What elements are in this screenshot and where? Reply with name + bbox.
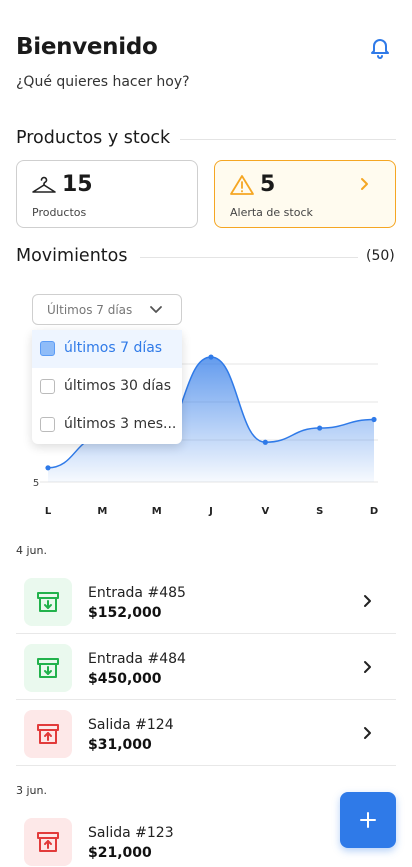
archive-out-icon [37,832,59,852]
bell-icon[interactable] [368,36,392,60]
chart-x-tick-label: D [370,506,378,517]
checkbox[interactable] [40,341,55,356]
chart-x-tick-label: J [208,506,213,517]
chevron-right-icon [361,178,368,190]
archive-in-icon [37,592,59,612]
section-divider [180,139,396,140]
exit-tile [24,818,72,866]
chevron-right-icon [364,661,371,673]
chevron-right-icon [364,595,371,607]
exit-tile [24,710,72,758]
range-option[interactable]: últimos 7 días [32,330,182,368]
list-item[interactable]: Entrada #485 $152,000 [16,568,396,634]
chart-x-tick-label: M [152,506,162,517]
chart-point [317,425,323,431]
date-header: 3 jun. [16,784,47,797]
range-option[interactable]: últimos 3 mes... [32,406,182,444]
stock-alert-count: 5 [260,172,276,197]
item-amount: $152,000 [88,605,162,621]
chart-point [45,465,51,471]
list-item[interactable]: Salida #124 $31,000 [16,700,396,766]
archive-in-icon [37,658,59,678]
plus-icon [360,812,376,828]
chart-x-tick-label: M [97,506,107,517]
chart-x-tick-label: V [261,506,269,517]
chart-y-tick-label: 5 [33,478,39,489]
archive-out-icon [37,724,59,744]
chart-x-tick-label: S [316,506,323,517]
range-select[interactable]: Últimos 7 días [32,294,182,325]
movements-count: (50) [366,248,395,264]
products-card[interactable]: 15 Productos [16,160,198,228]
range-dropdown: últimos 7 días últimos 30 días últimos 3… [32,330,182,444]
list-item[interactable]: Salida #123 $21,000 [16,808,396,867]
item-title: Salida #123 [88,825,174,841]
stock-alert-card[interactable]: 5 Alerta de stock [214,160,396,228]
chart-x-tick-label: L [45,506,52,517]
warning-icon [230,175,254,195]
entry-tile [24,644,72,692]
chart-point [371,416,377,423]
entry-tile [24,578,72,626]
item-title: Entrada #484 [88,651,186,667]
checkbox[interactable] [40,379,55,394]
item-amount: $21,000 [88,845,152,861]
chart-point [262,439,268,445]
page-title: Bienvenido [16,34,158,60]
movements-section-title: Movimientos [16,246,138,266]
item-title: Entrada #485 [88,585,186,601]
checkbox[interactable] [40,417,55,432]
page-subtitle: ¿Qué quieres hacer hoy? [16,74,190,90]
hanger-icon [32,176,56,193]
chevron-down-icon [150,306,162,313]
chevron-right-icon [364,727,371,739]
products-section-title: Productos y stock [16,128,181,148]
range-option[interactable]: últimos 30 días [32,368,182,406]
section-divider [140,257,358,258]
item-amount: $31,000 [88,737,152,753]
stock-alert-label: Alerta de stock [230,206,313,219]
range-option-label: últimos 3 mes... [64,416,177,432]
chart-point [208,354,214,360]
range-option-label: últimos 7 días [64,340,163,356]
range-option-label: últimos 30 días [64,378,172,394]
item-title: Salida #124 [88,717,174,733]
range-select-value: Últimos 7 días [47,303,133,317]
list-item[interactable]: Entrada #484 $450,000 [16,634,396,700]
item-amount: $450,000 [88,671,162,687]
products-label: Productos [32,206,87,219]
add-movement-button[interactable] [340,792,396,848]
products-count: 15 [62,172,93,197]
date-header: 4 jun. [16,544,47,557]
